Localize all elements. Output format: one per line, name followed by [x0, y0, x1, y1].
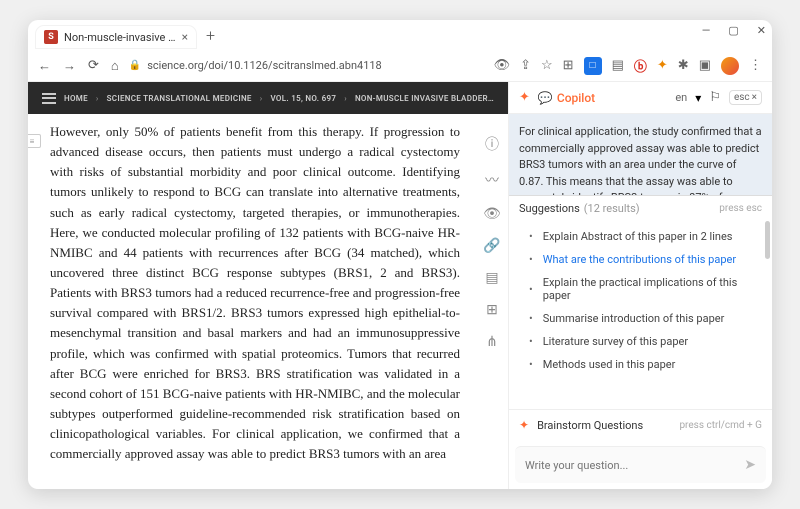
copilot-sidebar: ✦ 💬Copilot en ▾ ⚐ esc× For clinical appl…	[508, 82, 772, 489]
dice-icon[interactable]: ⊞	[563, 58, 574, 73]
article-text: However, only 50% of patients benefit fr…	[40, 114, 476, 489]
view-icon[interactable]: 👁	[483, 206, 501, 222]
profile-avatar[interactable]	[721, 57, 739, 75]
suggestion-item[interactable]: Methods used in this paper	[529, 353, 772, 376]
tab-title: Non-muscle-invasive bladder c...	[64, 31, 176, 44]
ext-icon-5[interactable]: ▣	[699, 58, 711, 73]
hamburger-icon[interactable]	[42, 93, 56, 104]
sparkle-icon: ✦	[519, 90, 530, 105]
window-titlebar: S Non-muscle-invasive bladder c... × + —…	[28, 20, 772, 50]
ext-icon-2[interactable]: ▤	[612, 58, 624, 73]
maximize-icon[interactable]: ▢	[728, 24, 738, 37]
bookmark-icon[interactable]: ⚐	[709, 90, 721, 105]
summary-panel: For clinical application, the study conf…	[509, 114, 772, 196]
scrollbar[interactable]	[765, 221, 770, 259]
browser-tab[interactable]: S Non-muscle-invasive bladder c... ×	[36, 26, 196, 48]
suggestion-item[interactable]: Summarise introduction of this paper	[529, 307, 772, 330]
send-icon[interactable]: ➤	[744, 457, 756, 473]
doc-icon[interactable]: ▤	[485, 270, 498, 286]
sparkle-icon: ✦	[519, 418, 529, 432]
reload-icon[interactable]: ⟳	[88, 58, 99, 74]
suggestions-list: Explain Abstract of this paper in 2 line…	[509, 221, 772, 409]
star-icon[interactable]: ☆	[541, 58, 553, 73]
breadcrumb-home[interactable]: HOME	[64, 94, 88, 103]
lock-icon: 🔒	[129, 60, 141, 71]
question-input-box[interactable]: ➤	[515, 446, 766, 483]
url-field[interactable]: 🔒 science.org/doi/10.1126/scitranslmed.a…	[129, 59, 484, 72]
menu-dots-icon[interactable]: ⋮	[749, 58, 762, 73]
new-tab-button[interactable]: +	[206, 26, 215, 45]
suggestion-item[interactable]: Explain the practical implications of th…	[529, 271, 772, 307]
back-icon[interactable]: ←	[38, 58, 51, 74]
eye-off-icon[interactable]: 👁	[494, 58, 511, 73]
suggestions-label: Suggestions	[519, 202, 580, 215]
trend-icon[interactable]: 〰	[485, 170, 499, 190]
close-window-icon[interactable]: ✕	[757, 24, 766, 37]
breadcrumb-title: NON-MUSCLE INVASIVE BLADDER CANCER M...	[355, 94, 494, 103]
suggestions-count: (12 results)	[584, 202, 720, 215]
minimize-icon[interactable]: —	[702, 24, 711, 37]
esc-button[interactable]: esc×	[729, 90, 762, 105]
question-input[interactable]	[525, 459, 736, 472]
suggestion-item[interactable]: Literature survey of this paper	[529, 330, 772, 353]
breadcrumb-issue[interactable]: VOL. 15, NO. 697	[270, 94, 336, 103]
suggestion-item[interactable]: What are the contributions of this paper	[529, 248, 772, 271]
language-selector[interactable]: en	[675, 91, 687, 104]
share-icon[interactable]: ⇪	[520, 58, 531, 73]
brainstorm-shortcut: press ctrl/cmd + G	[679, 420, 762, 431]
site-header: HOME › SCIENCE TRANSLATIONAL MEDICINE › …	[28, 82, 508, 114]
suggestion-item[interactable]: Explain Abstract of this paper in 2 line…	[529, 225, 772, 248]
forward-icon[interactable]: →	[63, 58, 76, 74]
info-icon[interactable]: ⓘ	[485, 134, 499, 154]
home-icon[interactable]: ⌂	[111, 58, 119, 74]
ext-icon-4[interactable]: ✦	[657, 58, 668, 73]
close-tab-icon[interactable]: ×	[182, 30, 188, 44]
breadcrumb-journal[interactable]: SCIENCE TRANSLATIONAL MEDICINE	[107, 94, 252, 103]
favicon: S	[44, 30, 58, 44]
share-alt-icon[interactable]: ⋔	[486, 334, 498, 350]
grid-icon[interactable]: ⊞	[486, 302, 498, 318]
copilot-label[interactable]: 💬Copilot	[538, 91, 667, 105]
brainstorm-button[interactable]: Brainstorm Questions	[537, 419, 679, 432]
ext-icon-1[interactable]: □	[584, 57, 602, 75]
press-esc-hint: press esc	[719, 203, 762, 214]
puzzle-icon[interactable]: ✱	[678, 58, 689, 73]
ext-icon-3[interactable]: ⓑ	[634, 56, 647, 75]
address-bar: ← → ⟳ ⌂ 🔒 science.org/doi/10.1126/scitra…	[28, 50, 772, 82]
link-icon[interactable]: 🔗	[483, 238, 500, 254]
url-text: science.org/doi/10.1126/scitranslmed.abn…	[147, 59, 382, 72]
